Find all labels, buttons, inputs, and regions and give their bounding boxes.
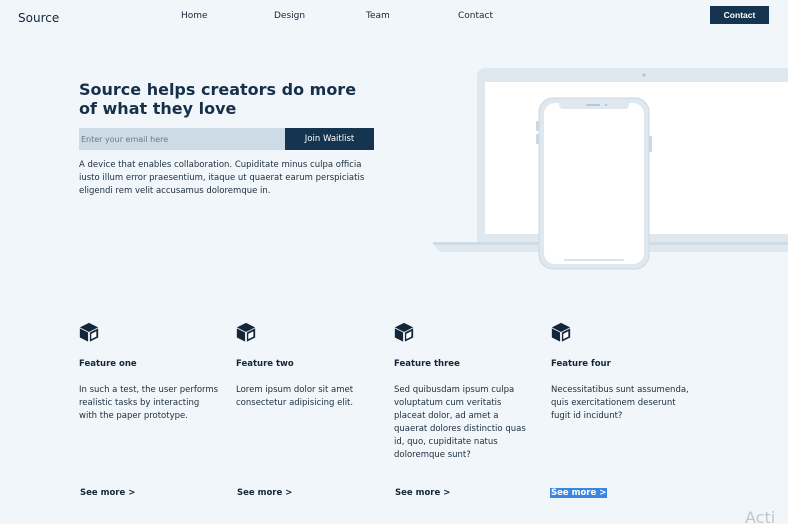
email-input[interactable] (79, 128, 285, 150)
nav-team[interactable]: Team (366, 11, 390, 21)
feature-description: Necessitatibus sunt assumenda, quis exer… (551, 385, 689, 421)
join-waitlist-button[interactable]: Join Waitlist (285, 128, 374, 150)
contact-button[interactable]: Contact (710, 6, 769, 24)
phone-illustration (536, 97, 652, 270)
feature-description: Sed quibusdam ipsum culpa voluptatum cum… (394, 385, 526, 460)
devices-illustration (433, 68, 788, 270)
feature-title: Feature two (236, 359, 294, 369)
cube-icon (79, 322, 99, 342)
cube-icon (236, 322, 256, 342)
feature-title: Feature four (551, 359, 611, 369)
feature-title: Feature three (394, 359, 460, 369)
brand-logo[interactable]: Source (18, 11, 59, 25)
see-more-link[interactable]: See more > (236, 488, 293, 498)
activation-watermark: Acti (745, 508, 776, 524)
cube-icon (551, 322, 571, 342)
hero-description: A device that enables collaboration. Cup… (79, 160, 365, 196)
nav-contact[interactable]: Contact (458, 11, 493, 21)
feature-description: In such a test, the user performs realis… (79, 385, 219, 421)
nav-design[interactable]: Design (274, 11, 305, 21)
hero-title: Source helps creators do more of what th… (79, 80, 357, 118)
see-more-link[interactable]: See more > (550, 488, 608, 498)
feature-description: Lorem ipsum dolor sit amet consectetur a… (236, 385, 354, 408)
see-more-link[interactable]: See more > (394, 488, 451, 498)
cube-icon (394, 322, 414, 342)
nav-home[interactable]: Home (181, 11, 208, 21)
see-more-link[interactable]: See more > (79, 488, 136, 498)
feature-title: Feature one (79, 359, 137, 369)
